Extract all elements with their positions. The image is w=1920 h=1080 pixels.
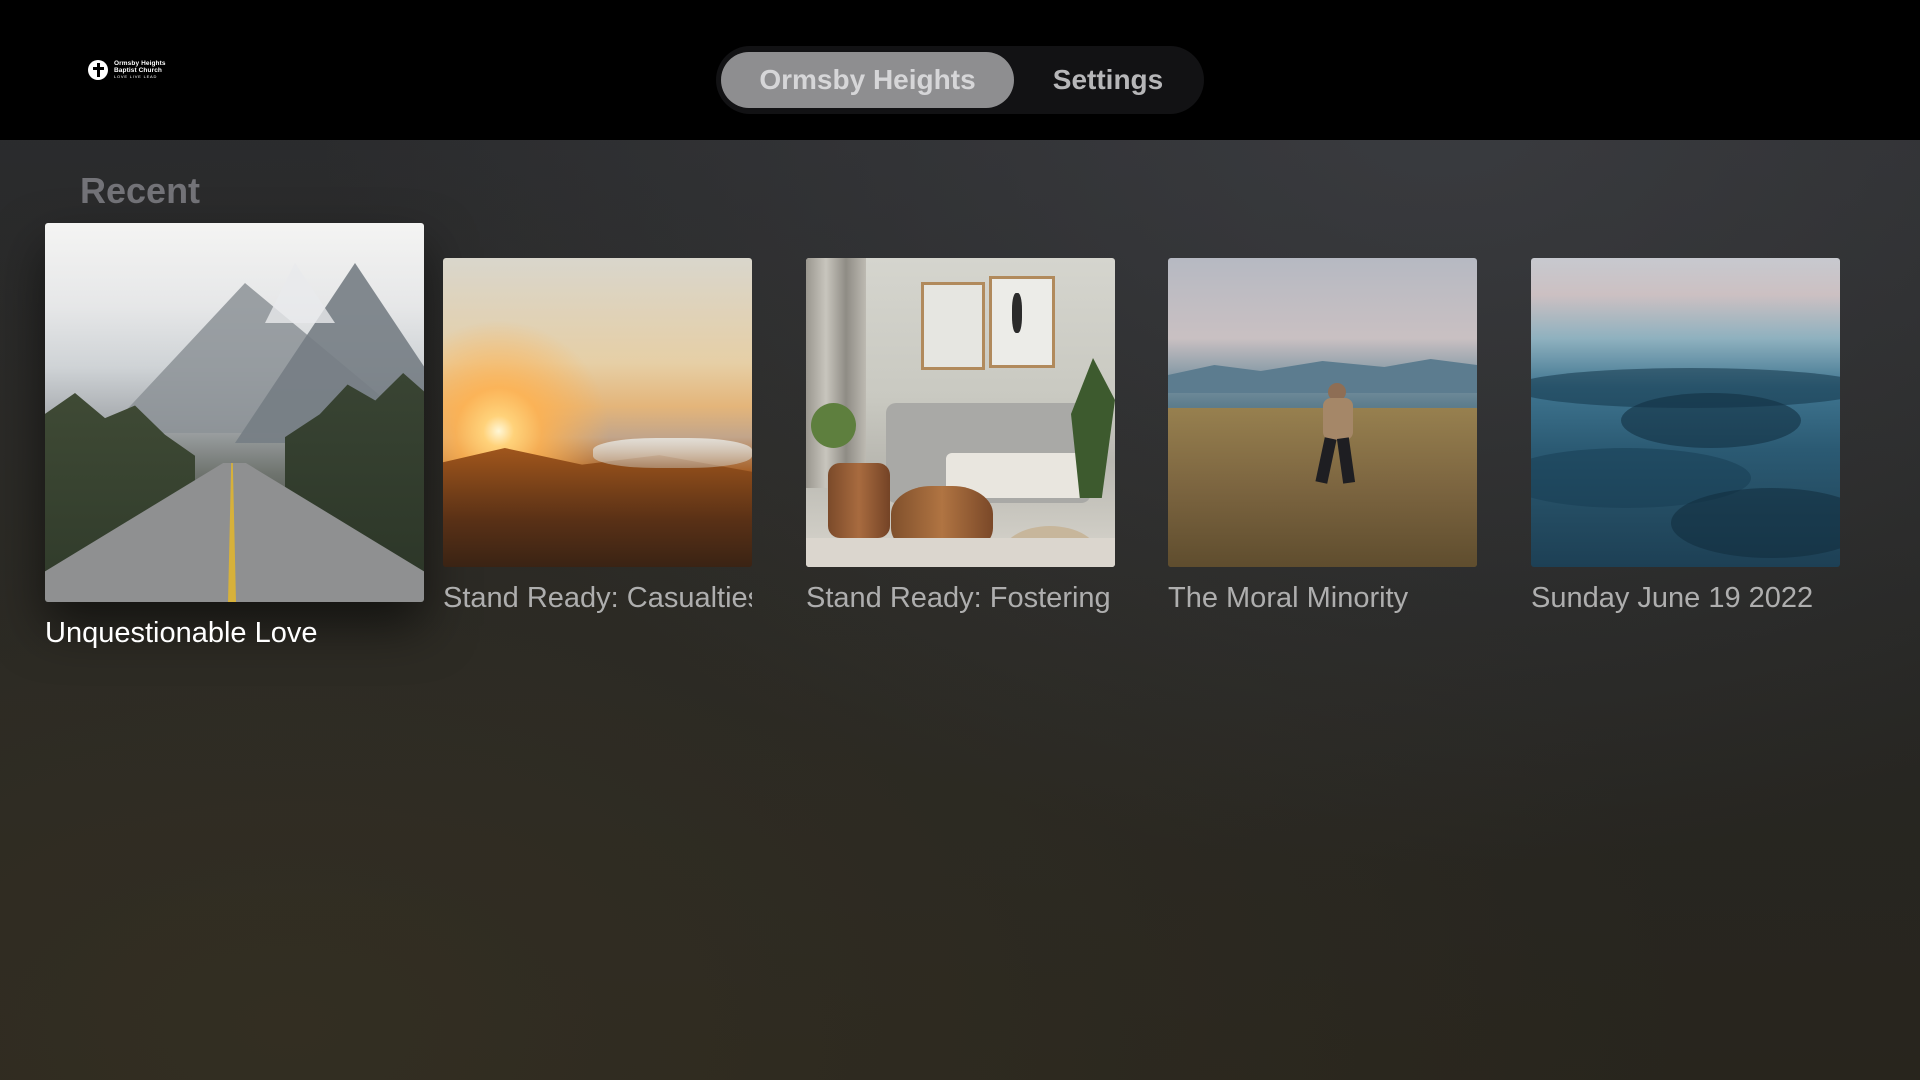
church-logo: Ormsby Heights Baptist Church LOVE LIVE …: [88, 58, 166, 82]
card-title: Sunday June 19 2022: [1531, 582, 1814, 614]
card-title: Stand Ready: Casualties: [443, 582, 752, 614]
card-title: The Moral Minority: [1168, 582, 1409, 614]
top-tab-bar: Ormsby Heights Settings: [716, 46, 1204, 114]
media-card-stand-ready-casualties[interactable]: Stand Ready: Casualties: [443, 258, 752, 614]
media-card-unquestionable-love[interactable]: Unquestionable Love: [45, 223, 425, 649]
thumbnail-sunset-mountains: [443, 258, 752, 567]
logo-text: Ormsby Heights Baptist Church LOVE LIVE …: [114, 60, 166, 79]
thumbnail-mountain-road: [45, 223, 424, 602]
card-title: Stand Ready: Fostering: [806, 582, 1111, 614]
media-card-stand-ready-fostering[interactable]: Stand Ready: Fostering: [806, 258, 1115, 614]
cross-icon: [88, 60, 108, 80]
media-card-the-moral-minority[interactable]: The Moral Minority: [1168, 258, 1477, 614]
logo-tagline: LOVE LIVE LEAD: [114, 74, 158, 79]
top-bar: Ormsby Heights Baptist Church LOVE LIVE …: [0, 0, 1920, 140]
section-title-recent: Recent: [80, 170, 201, 211]
tab-ormsby-heights[interactable]: Ormsby Heights: [721, 52, 1014, 108]
card-title: Unquestionable Love: [45, 617, 318, 649]
thumbnail-living-room: [806, 258, 1115, 567]
media-card-sunday-june-19-2022[interactable]: Sunday June 19 2022: [1531, 258, 1840, 614]
thumbnail-man-running-field: [1168, 258, 1477, 567]
tab-settings[interactable]: Settings: [1018, 52, 1198, 108]
thumbnail-ocean-waves: [1531, 258, 1840, 567]
